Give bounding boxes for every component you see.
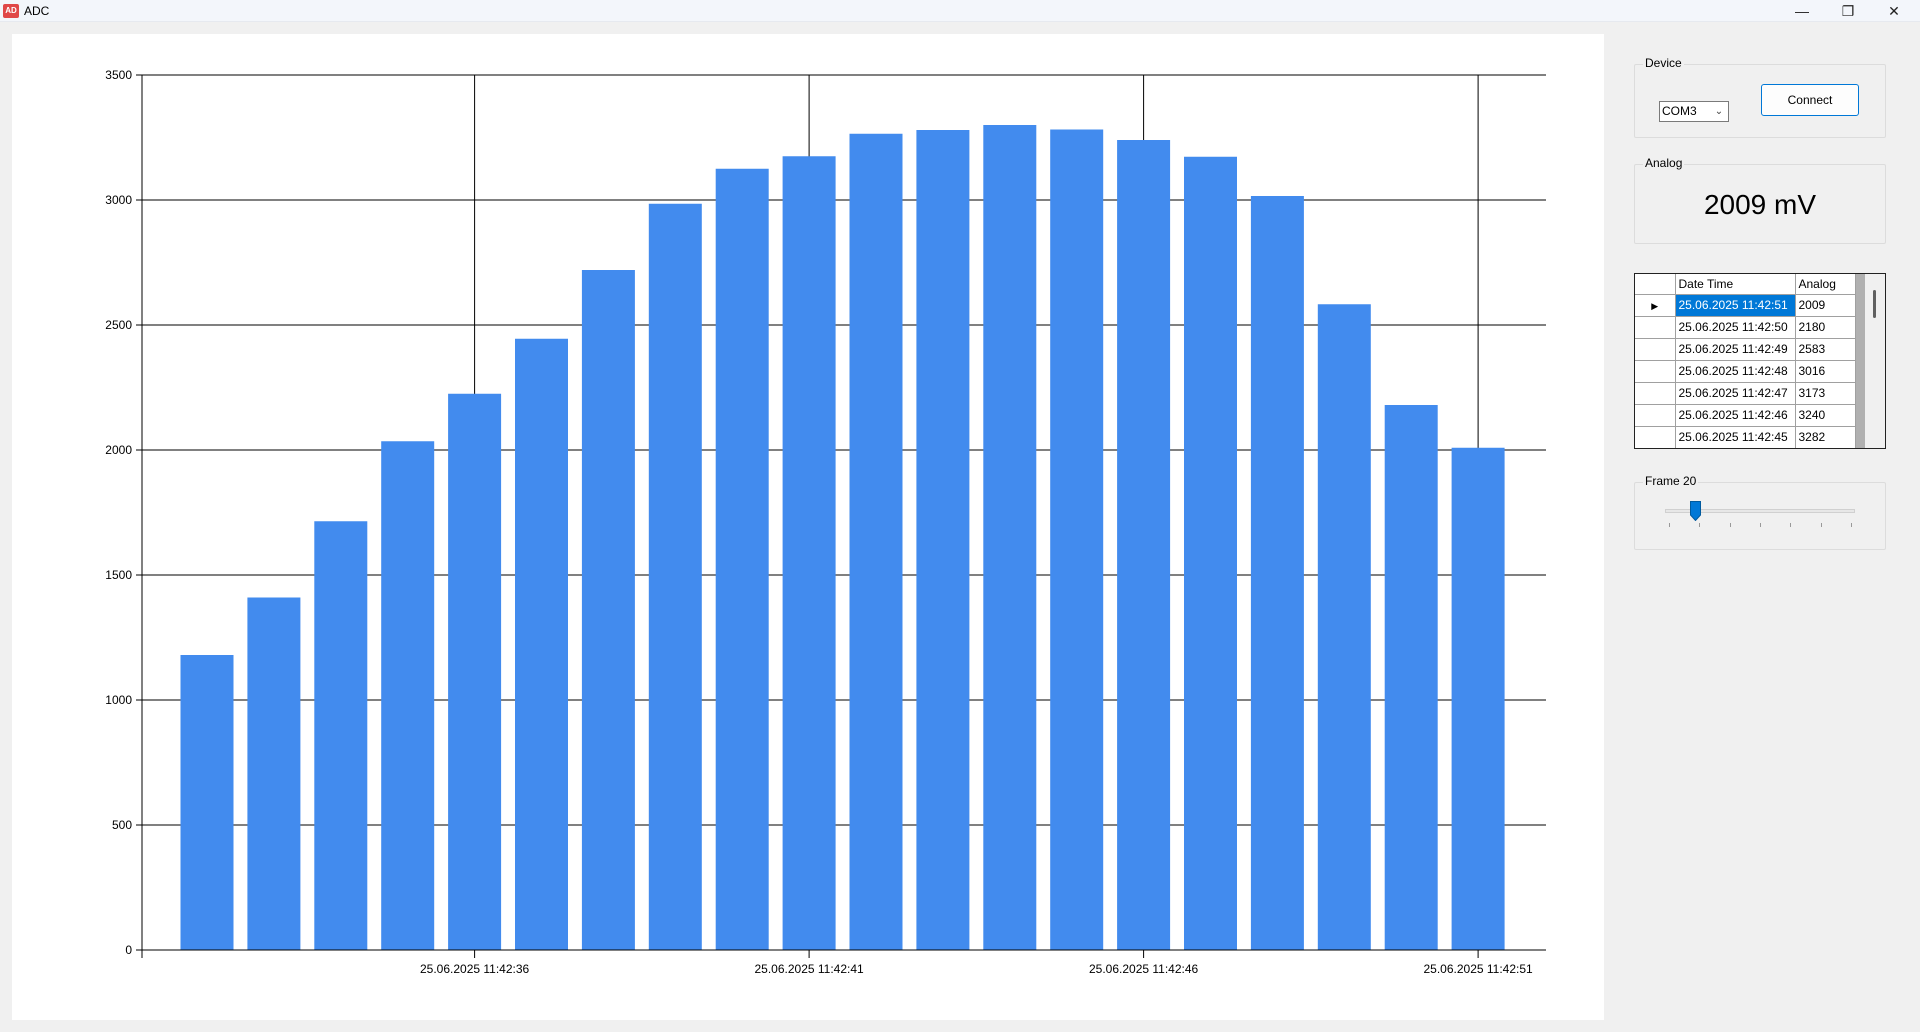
x-tick-label: 25.06.2025 11:42:51 [1423, 962, 1533, 976]
restore-icon[interactable]: ❐ [1826, 0, 1870, 22]
bar [247, 597, 301, 950]
bar [983, 125, 1037, 950]
bar [715, 168, 769, 950]
bar [581, 270, 635, 950]
cell-datetime[interactable]: 25.06.2025 11:42:51 [1675, 294, 1796, 317]
x-tick-label: 25.06.2025 11:42:46 [1089, 962, 1199, 976]
cell-datetime[interactable]: 25.06.2025 11:42:48 [1675, 360, 1796, 383]
bar [1250, 196, 1304, 950]
x-tick-label: 25.06.2025 11:42:41 [754, 962, 864, 976]
analog-group: Analog 2009 mV [1634, 156, 1886, 244]
bar [648, 203, 702, 950]
y-tick-label: 1000 [105, 693, 132, 707]
cell-datetime[interactable]: 25.06.2025 11:42:46 [1675, 404, 1796, 427]
cell-datetime[interactable]: 25.06.2025 11:42:47 [1675, 382, 1796, 405]
slider-tick [1669, 523, 1670, 527]
grid-scrollbar[interactable] [1865, 274, 1885, 448]
analog-group-label: Analog [1643, 156, 1685, 170]
row-header[interactable] [1635, 404, 1676, 427]
y-tick-label: 2500 [105, 318, 132, 332]
x-tick-label: 25.06.2025 11:42:36 [420, 962, 530, 976]
slider-tick [1699, 523, 1701, 527]
data-table: Date Time Analog ▶ 25.06.2025 11:42:51 200… [1635, 274, 1856, 448]
bar-chart: 0 500 1000 1500 2000 2500 3000 3500 25.06.2025 1… [105, 68, 1546, 976]
bar [381, 441, 435, 950]
y-tick-label: 0 [125, 943, 132, 957]
row-header[interactable] [1635, 382, 1676, 405]
table-row[interactable]: 25.06.2025 11:42:45 3282 [1635, 426, 1856, 448]
table-row[interactable]: 25.06.2025 11:42:48 3016 [1635, 360, 1856, 383]
scrollbar-thumb[interactable] [1873, 290, 1876, 318]
y-tick-label: 500 [112, 818, 132, 832]
table-row[interactable]: 25.06.2025 11:42:46 3240 [1635, 404, 1856, 427]
slider-tick [1851, 523, 1852, 527]
table-row[interactable]: 25.06.2025 11:42:49 2583 [1635, 338, 1856, 361]
connect-button[interactable]: Connect [1761, 84, 1859, 116]
cell-datetime[interactable]: 25.06.2025 11:42:45 [1675, 426, 1796, 448]
y-tick-label: 2000 [105, 443, 132, 457]
minimize-icon[interactable]: — [1780, 0, 1824, 22]
bar [1317, 304, 1371, 950]
current-row-icon: ▶ [1651, 301, 1659, 311]
cell-analog[interactable]: 3173 [1795, 382, 1856, 405]
bar [515, 338, 568, 950]
chart-panel: 0 500 1000 1500 2000 2500 3000 3500 25.06.2025 1… [12, 34, 1604, 1020]
bar [1184, 156, 1237, 950]
column-header-datetime[interactable]: Date Time [1675, 274, 1796, 295]
frame-slider-thumb[interactable] [1690, 501, 1701, 521]
cell-analog[interactable]: 3240 [1795, 404, 1856, 427]
bar [448, 393, 502, 950]
row-header[interactable] [1635, 426, 1676, 448]
chevron-down-icon: ⌄ [1714, 106, 1724, 117]
bar [1451, 447, 1505, 950]
frame-slider-ticks [1635, 523, 1885, 529]
analog-value: 2009 mV [1703, 189, 1817, 220]
cell-analog[interactable]: 3016 [1795, 360, 1856, 383]
y-tick-label: 3000 [105, 193, 132, 207]
cell-datetime[interactable]: 25.06.2025 11:42:50 [1675, 316, 1796, 339]
table-row[interactable]: 25.06.2025 11:42:50 2180 [1635, 316, 1856, 339]
device-group: Device COM3 ⌄ Connect [1634, 56, 1886, 138]
frame-group: Frame 20 [1634, 474, 1886, 550]
row-header[interactable] [1635, 316, 1676, 339]
bar [916, 130, 970, 950]
slider-tick [1790, 523, 1792, 527]
bar [1050, 129, 1104, 950]
port-select-value: COM3 [1662, 104, 1697, 118]
cell-analog[interactable]: 2180 [1795, 316, 1856, 339]
y-tick-label: 1500 [105, 568, 132, 582]
app-icon: AD [3, 4, 19, 18]
frame-group-label: Frame 20 [1643, 474, 1699, 488]
row-header[interactable] [1635, 338, 1676, 361]
bar [1384, 405, 1438, 950]
table-row[interactable]: ▶ 25.06.2025 11:42:51 2009 [1635, 294, 1856, 317]
cell-analog[interactable]: 2009 [1795, 294, 1856, 317]
column-header-analog[interactable]: Analog [1795, 274, 1856, 295]
row-header[interactable] [1635, 360, 1676, 383]
bar [849, 133, 903, 950]
row-header-corner [1635, 274, 1676, 295]
data-grid[interactable]: Date Time Analog ▶ 25.06.2025 11:42:51 200… [1634, 273, 1886, 449]
cell-analog[interactable]: 2583 [1795, 338, 1856, 361]
device-group-label: Device [1643, 56, 1684, 70]
port-select[interactable]: COM3 ⌄ [1659, 101, 1729, 122]
row-header[interactable]: ▶ [1635, 294, 1676, 317]
close-icon[interactable]: ✕ [1872, 0, 1916, 22]
cell-datetime[interactable]: 25.06.2025 11:42:49 [1675, 338, 1796, 361]
window-title: ADC [24, 4, 50, 18]
table-row[interactable]: 25.06.2025 11:42:47 3173 [1635, 382, 1856, 405]
slider-tick [1820, 523, 1822, 527]
bar [1117, 140, 1171, 950]
slider-tick [1729, 523, 1731, 527]
bar [314, 521, 368, 950]
cell-analog[interactable]: 3282 [1795, 426, 1856, 448]
bar [782, 156, 836, 950]
y-tick-label: 3500 [105, 68, 132, 82]
slider-tick [1760, 523, 1761, 527]
bar [180, 655, 234, 950]
title-bar: AD ADC — ❐ ✕ [0, 0, 1920, 22]
